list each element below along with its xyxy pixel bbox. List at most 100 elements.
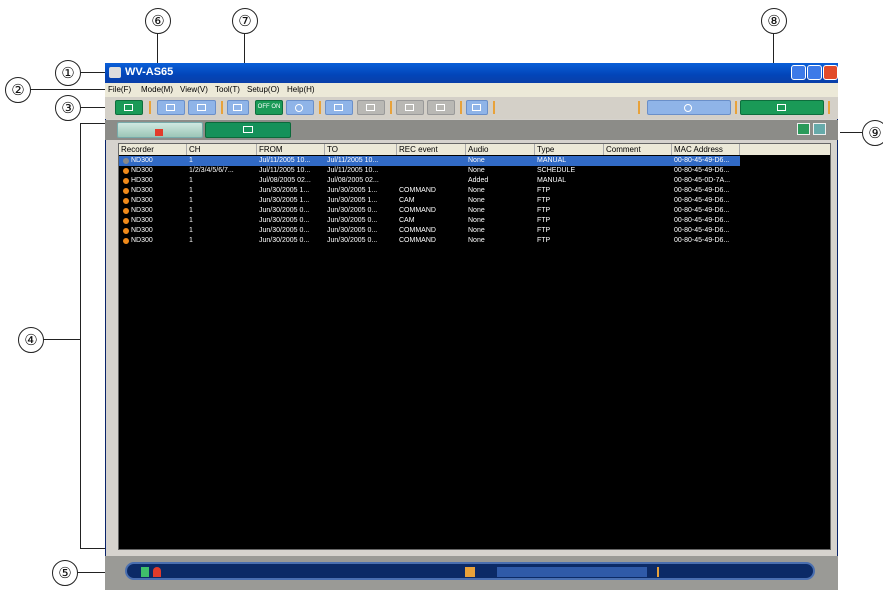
row-rec-event: COMMAND bbox=[399, 237, 436, 244]
playback-track[interactable] bbox=[125, 562, 815, 580]
menu-view[interactable]: View(V) bbox=[180, 85, 208, 94]
delete-button[interactable] bbox=[466, 100, 488, 115]
table-row[interactable]: ND300 1 Jun/30/2005 0... Jun/30/2005 0... CO… bbox=[119, 226, 830, 236]
callout-2: ② bbox=[5, 77, 31, 103]
single-screen-button[interactable] bbox=[157, 100, 185, 115]
row-rec-event: COMMAND bbox=[399, 207, 436, 214]
column-type[interactable]: Type bbox=[535, 144, 604, 155]
photo-icon bbox=[405, 104, 414, 111]
snapshot-button[interactable] bbox=[396, 100, 424, 115]
pc-button[interactable] bbox=[740, 100, 824, 115]
app-window: WV-AS65 File(F) Mode(M) View(V) Tool(T) … bbox=[105, 63, 838, 590]
grid-view-button[interactable] bbox=[813, 123, 826, 135]
export-icon bbox=[366, 104, 375, 111]
column-mac-address[interactable]: MAC Address bbox=[672, 144, 740, 155]
callout-5-line bbox=[77, 572, 107, 573]
callout-6: ⑥ bbox=[145, 8, 171, 34]
computer-icon bbox=[777, 104, 786, 111]
table-row[interactable]: ND300 1 Jun/30/2005 0... Jun/30/2005 0... CO… bbox=[119, 236, 830, 246]
toolbar-separator bbox=[493, 101, 495, 114]
row-audio: None bbox=[468, 237, 485, 244]
column-from[interactable]: FROM bbox=[257, 144, 325, 155]
print-button[interactable] bbox=[427, 100, 455, 115]
timer-button[interactable] bbox=[286, 100, 314, 115]
row-from: Jun/30/2005 0... bbox=[259, 237, 310, 244]
trash-icon bbox=[472, 104, 481, 111]
down-arrow-button[interactable] bbox=[465, 567, 475, 577]
menu-help[interactable]: Help(H) bbox=[287, 85, 315, 94]
table-row[interactable]: ND300 1 Jun/30/2005 1... Jun/30/2005 1... CO… bbox=[119, 186, 830, 196]
maximize-button[interactable] bbox=[807, 65, 822, 80]
column-rec-event[interactable]: REC event bbox=[397, 144, 466, 155]
table-row[interactable]: ND300 1 Jun/30/2005 0... Jun/30/2005 0... CA… bbox=[119, 216, 830, 226]
detail-view-button[interactable] bbox=[797, 123, 810, 135]
row-audio: None bbox=[468, 197, 485, 204]
callout-8: ⑧ bbox=[761, 8, 787, 34]
toolbar-separator bbox=[460, 101, 462, 114]
column-to[interactable]: TO bbox=[325, 144, 397, 155]
toolbar-separator bbox=[221, 101, 223, 114]
row-mac-address: 00-80-45-49-D6... bbox=[674, 217, 730, 224]
row-mac-address: 00-80-45-49-D6... bbox=[674, 187, 730, 194]
table-row[interactable]: HD300 1 Jul/08/2005 02... Jul/08/2005 02...… bbox=[119, 176, 830, 186]
row-audio: None bbox=[468, 157, 485, 164]
list-header: Recorder CH FROM TO REC event Audio Type… bbox=[119, 144, 830, 155]
menu-file[interactable]: File(F) bbox=[108, 85, 131, 94]
printer-icon bbox=[436, 104, 445, 111]
callout-3: ③ bbox=[55, 95, 81, 121]
off-label: OFF bbox=[257, 104, 270, 110]
toolbar-separator bbox=[319, 101, 321, 114]
row-ch: 1/2/3/4/5/6/7... bbox=[189, 167, 234, 174]
title-bar[interactable]: WV-AS65 bbox=[105, 63, 838, 83]
status-bar bbox=[105, 556, 838, 590]
row-rec-event: CAM bbox=[399, 197, 415, 204]
progress-segment bbox=[497, 567, 647, 577]
thumbnail-mode-tab[interactable] bbox=[205, 122, 291, 138]
row-from: Jul/11/2005 10... bbox=[259, 167, 311, 174]
table-row[interactable]: ND300 1 Jul/11/2005 10... Jul/11/2005 10...… bbox=[119, 156, 830, 166]
disk-button[interactable] bbox=[647, 100, 731, 115]
alarm-icon bbox=[153, 567, 161, 577]
callout-5: ⑤ bbox=[52, 560, 78, 586]
column-comment[interactable]: Comment bbox=[604, 144, 672, 155]
list-mode-tab[interactable] bbox=[117, 122, 203, 138]
row-audio: None bbox=[468, 187, 485, 194]
row-recorder: ND300 bbox=[131, 197, 153, 204]
position-marker bbox=[657, 567, 659, 577]
minimize-button[interactable] bbox=[791, 65, 806, 80]
row-to: Jul/11/2005 10... bbox=[327, 157, 379, 164]
table-row[interactable]: ND300 1 Jun/30/2005 1... Jun/30/2005 1... CA… bbox=[119, 196, 830, 206]
import-button[interactable] bbox=[325, 100, 353, 115]
callout-4-line bbox=[43, 339, 80, 340]
table-row[interactable]: ND300 1 Jun/30/2005 0... Jun/30/2005 0... CO… bbox=[119, 206, 830, 216]
menu-tool[interactable]: Tool(T) bbox=[215, 85, 240, 94]
row-recorder: ND300 bbox=[131, 167, 153, 174]
status-dot-icon bbox=[123, 228, 129, 234]
quad-screen-icon bbox=[197, 104, 206, 111]
quad-screen-button[interactable] bbox=[188, 100, 216, 115]
row-type: MANUAL bbox=[537, 177, 567, 184]
status-dot-icon bbox=[123, 178, 129, 184]
row-type: SCHEDULE bbox=[537, 167, 576, 174]
table-row[interactable]: ND300 1/2/3/4/5/6/7... Jul/11/2005 10... Ju… bbox=[119, 166, 830, 176]
menu-mode[interactable]: Mode(M) bbox=[141, 85, 173, 94]
list-view-button[interactable] bbox=[227, 100, 249, 115]
row-recorder: ND300 bbox=[131, 187, 153, 194]
column-audio[interactable]: Audio bbox=[466, 144, 535, 155]
column-recorder[interactable]: Recorder bbox=[119, 144, 187, 155]
menu-setup[interactable]: Setup(O) bbox=[247, 85, 279, 94]
export-button[interactable] bbox=[357, 100, 385, 115]
row-type: MANUAL bbox=[537, 157, 567, 164]
row-audio: None bbox=[468, 207, 485, 214]
close-button[interactable] bbox=[823, 65, 838, 80]
search-result-list[interactable]: Recorder CH FROM TO REC event Audio Type… bbox=[118, 143, 831, 550]
status-dot-icon bbox=[123, 158, 129, 164]
row-ch: 1 bbox=[189, 217, 193, 224]
column-ch[interactable]: CH bbox=[187, 144, 257, 155]
row-ch: 1 bbox=[189, 237, 193, 244]
search-button[interactable] bbox=[115, 100, 143, 115]
app-icon bbox=[109, 67, 121, 78]
off-on-toggle[interactable]: OFF ON bbox=[255, 100, 283, 115]
row-recorder: ND300 bbox=[131, 157, 153, 164]
callout-1-line bbox=[80, 72, 106, 73]
